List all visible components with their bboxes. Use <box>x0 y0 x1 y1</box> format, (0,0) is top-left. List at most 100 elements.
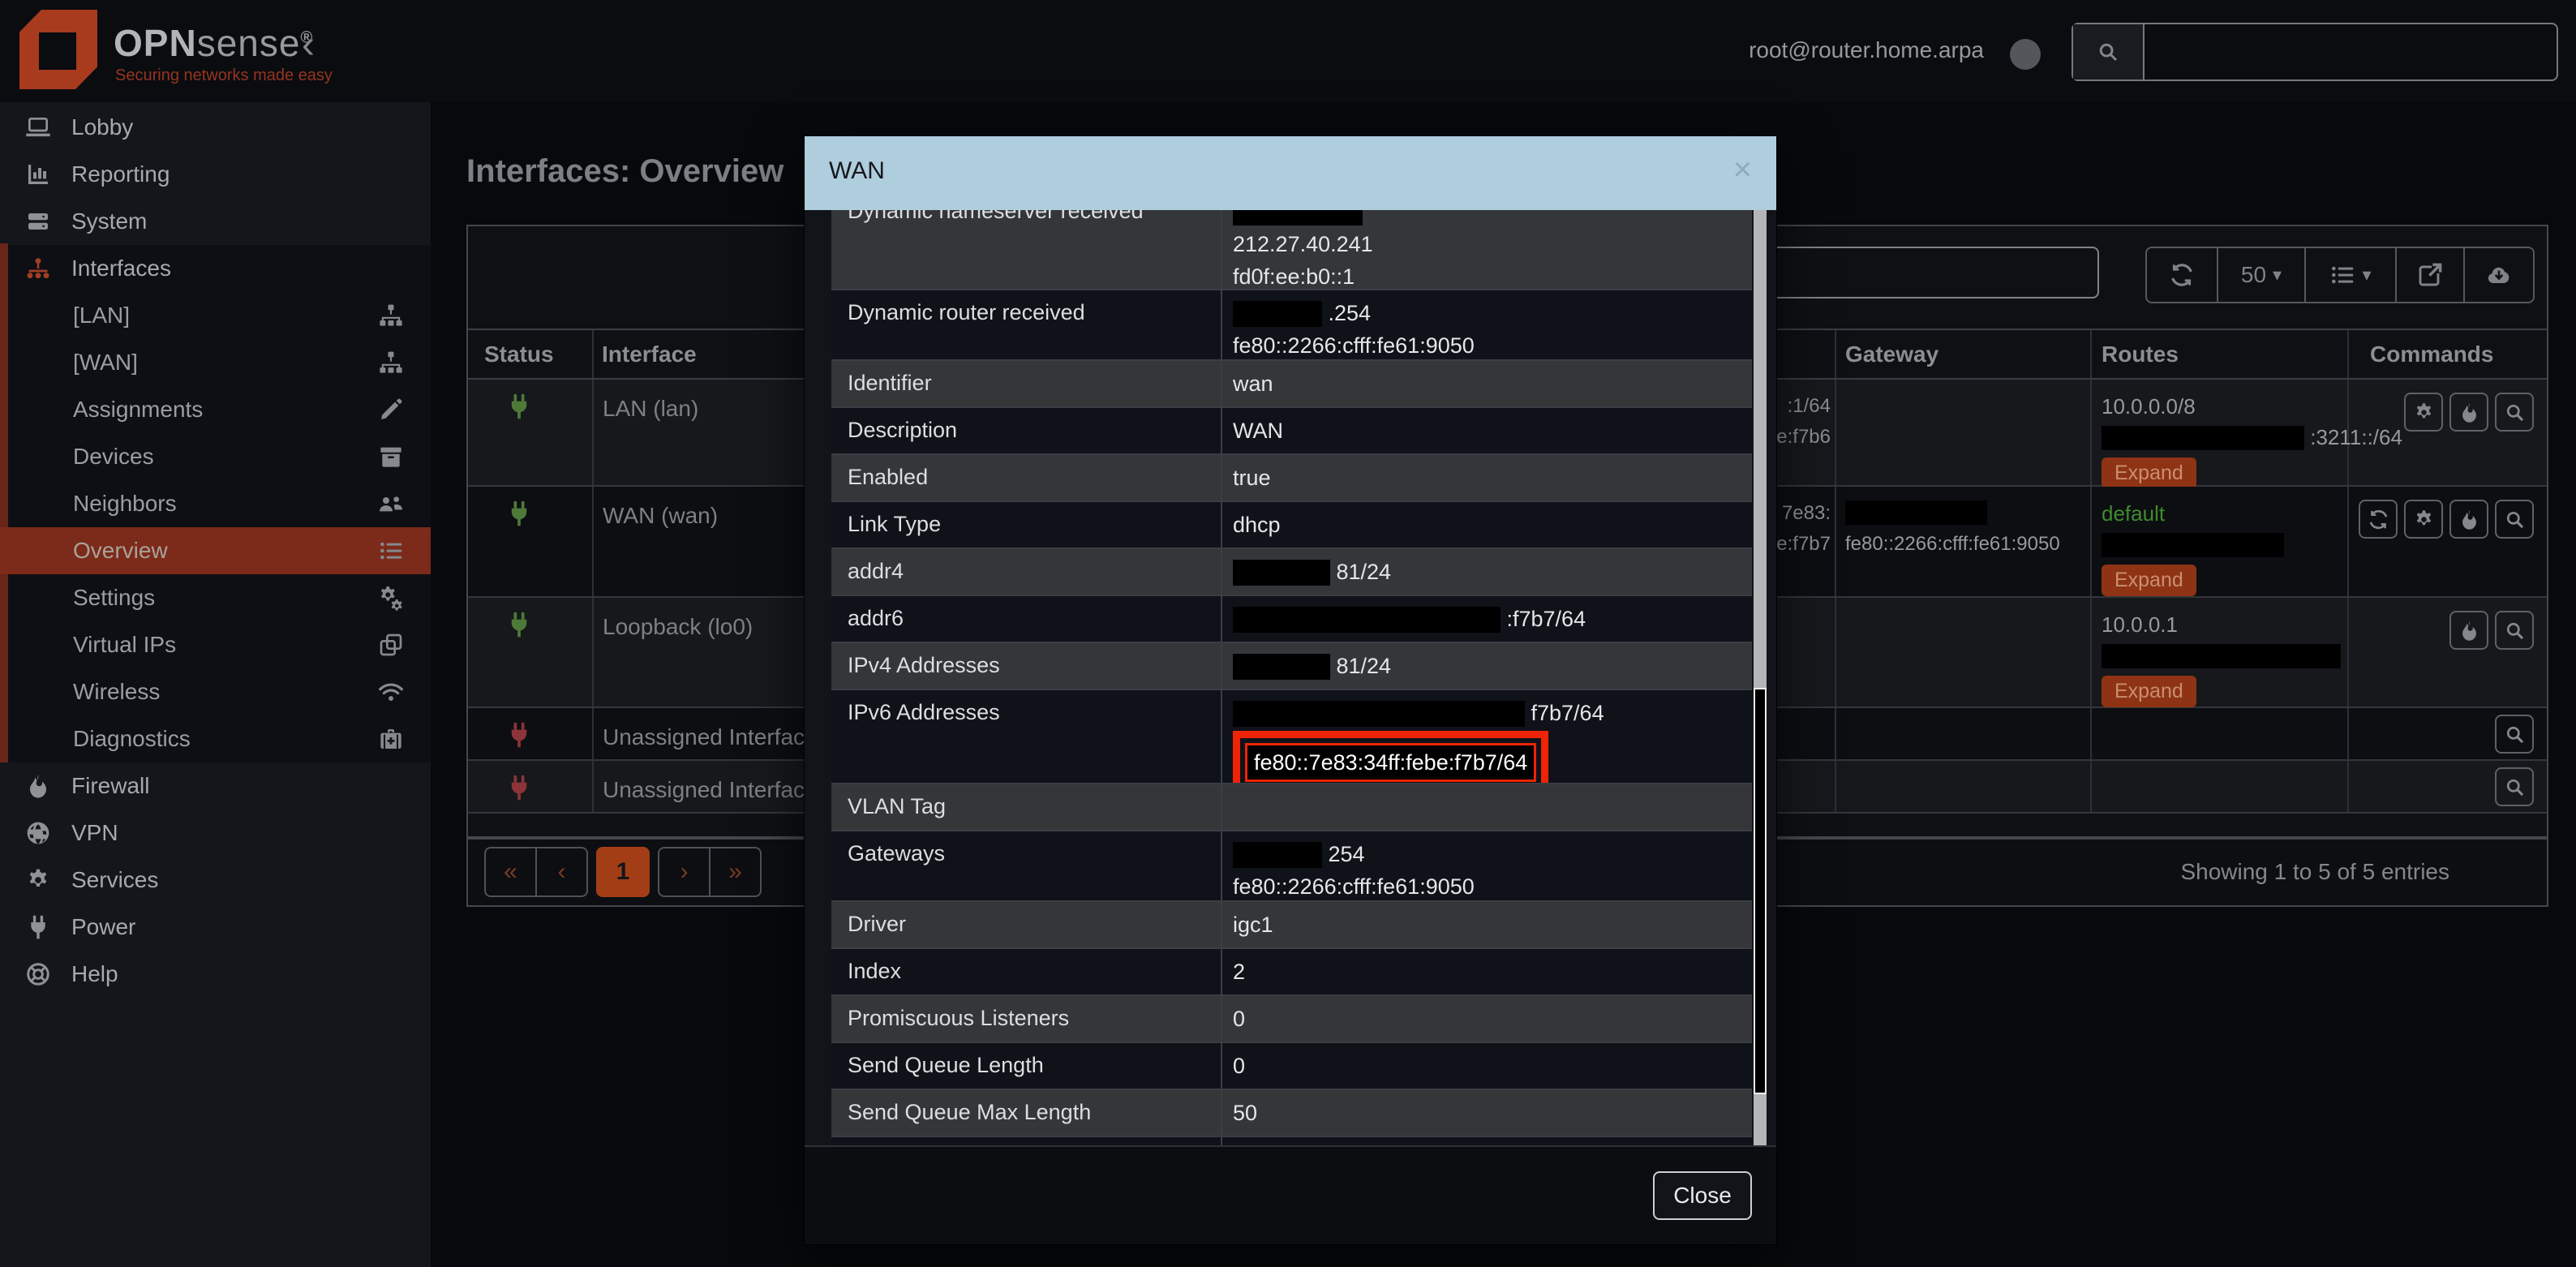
search-icon[interactable] <box>2073 24 2145 79</box>
top-bar: OPNsense® Securing networks made easy ‹ … <box>0 0 2576 102</box>
commands-cell <box>2404 393 2534 432</box>
interface-name: Loopback (lo0) <box>603 614 753 640</box>
fire-command-button[interactable] <box>2449 393 2488 432</box>
logged-in-user: root@router.home.arpa <box>1749 37 1984 63</box>
cell-text: 10.0.0.0/8 <box>2102 394 2196 419</box>
sidebar-item-label: [LAN] <box>73 303 130 329</box>
sidebar-item-interfaces[interactable]: Interfaces <box>0 245 431 292</box>
value-text: 81/24 <box>1330 560 1391 584</box>
sidebar-item-services[interactable]: Services <box>0 857 431 904</box>
modal-scrollbar[interactable] <box>1754 210 1767 1145</box>
expand-routes-button[interactable]: Expand <box>2102 676 2196 707</box>
sidebar-item-vpn[interactable]: VPN <box>0 810 431 857</box>
network-icon <box>24 256 52 281</box>
sidebar-item-overview[interactable]: Overview <box>0 527 431 574</box>
wifi-icon <box>377 679 405 705</box>
sidebar: LobbyReportingSystemInterfaces [LAN] [WAN]… <box>0 102 431 1267</box>
sidebar-item-help[interactable]: Help <box>0 951 431 998</box>
sidebar-item-assignments[interactable]: Assignments <box>0 386 431 433</box>
redaction-bar <box>2102 533 2284 557</box>
sidebar-item-diagnostics[interactable]: Diagnostics <box>0 715 431 762</box>
sidebar-item-settings[interactable]: Settings <box>0 574 431 621</box>
sidebar-item-power[interactable]: Power <box>0 904 431 951</box>
help-icon <box>24 961 52 987</box>
opnsense-logo-icon <box>19 10 97 89</box>
pencil-icon <box>377 397 405 423</box>
global-search <box>2072 23 2558 81</box>
value-text: 212.27.40.241 <box>1233 232 1373 256</box>
sidebar-item-lobby[interactable]: Lobby <box>0 104 431 151</box>
sidebar-item-label: Wireless <box>73 679 160 705</box>
sidebar-item-label: Power <box>71 914 135 940</box>
sidebar-item-devices[interactable]: Devices <box>0 433 431 480</box>
refresh-button[interactable] <box>2147 248 2218 302</box>
chart-icon <box>24 161 52 187</box>
column-header-status[interactable]: Status <box>484 341 554 367</box>
close-icon[interactable]: × <box>1728 151 1757 189</box>
sidebar-item-label: Firewall <box>71 773 149 799</box>
sidebar-item-system[interactable]: System <box>0 198 431 245</box>
gear-command-button[interactable] <box>2404 500 2443 539</box>
modal-footer: Close <box>805 1145 1776 1244</box>
status-down-plug-icon <box>505 721 533 750</box>
sidebar-item-wan[interactable]: [WAN] <box>0 339 431 386</box>
sidebar-item-virtual-ips[interactable]: Virtual IPs <box>0 621 431 668</box>
search-command-button[interactable] <box>2495 611 2534 650</box>
value-text: wan <box>1233 372 1273 396</box>
list-icon <box>2329 262 2355 288</box>
column-header-routes[interactable]: Routes <box>2102 341 2179 367</box>
sidebar-item-neighbors[interactable]: Neighbors <box>0 480 431 527</box>
modal-scrollbar-thumb[interactable] <box>1754 688 1767 1094</box>
gear-command-button[interactable] <box>2404 393 2443 432</box>
sidebar-item-lan[interactable]: [LAN] <box>0 292 431 339</box>
sidebar-item-label: VPN <box>71 820 118 846</box>
chevron-down-icon: ▾ <box>2273 264 2282 286</box>
expand-routes-button[interactable]: Expand <box>2102 457 2196 489</box>
page-size-dropdown[interactable]: 50▾ <box>2218 248 2306 302</box>
column-header-gateway[interactable]: Gateway <box>1845 341 1938 367</box>
page-button-1[interactable]: 1 <box>596 847 650 897</box>
detail-value: 212.27.40.241fd0f:ee:b0::1 <box>1233 210 1744 290</box>
sidebar-collapse-icon[interactable]: ‹ <box>302 26 315 65</box>
redaction-bar <box>2102 426 2304 450</box>
detail-value: f7b7/64fe80::7e83:34ff:febe:f7b7/64 <box>1233 697 1744 784</box>
search-command-button[interactable] <box>2495 767 2534 806</box>
detail-label: IPv4 Addresses <box>848 653 1000 678</box>
sidebar-item-reporting[interactable]: Reporting <box>0 151 431 198</box>
global-search-input[interactable] <box>2145 24 2557 79</box>
search-icon <box>2504 509 2526 530</box>
columns-dropdown[interactable]: ▾ <box>2306 248 2397 302</box>
modal-detail-row: VLAN Tag <box>831 784 1752 831</box>
value-text: dhcp <box>1233 513 1281 537</box>
download-icon <box>2486 262 2512 288</box>
detail-value: 81/24 <box>1233 650 1744 682</box>
export-button[interactable] <box>2397 248 2465 302</box>
fire-command-button[interactable] <box>2449 611 2488 650</box>
page-title: Interfaces: Overview <box>466 153 784 190</box>
search-command-button[interactable] <box>2495 715 2534 754</box>
value-text: 0 <box>1233 1007 1245 1031</box>
page-button-last[interactable]: » <box>710 847 762 897</box>
value-text: 0 <box>1233 1054 1245 1078</box>
column-header-interface[interactable]: Interface <box>602 341 697 367</box>
search-command-button[interactable] <box>2495 393 2534 432</box>
page-button-next[interactable]: › <box>658 847 710 897</box>
column-header-commands[interactable]: Commands <box>2370 341 2493 367</box>
page-button-first[interactable]: « <box>484 847 536 897</box>
refresh-icon <box>2368 509 2389 530</box>
download-button[interactable] <box>2465 248 2533 302</box>
close-button[interactable]: Close <box>1653 1171 1752 1220</box>
sidebar-item-firewall[interactable]: Firewall <box>0 762 431 810</box>
sitemap-icon <box>377 303 405 329</box>
commands-cell <box>2495 767 2534 806</box>
fire-icon <box>2458 509 2480 530</box>
search-command-button[interactable] <box>2495 500 2534 539</box>
sidebar-item-wireless[interactable]: Wireless <box>0 668 431 715</box>
expand-routes-button[interactable]: Expand <box>2102 565 2196 596</box>
value-text: :f7b7/64 <box>1501 607 1586 631</box>
fire-command-button[interactable] <box>2449 500 2488 539</box>
refresh-command-button[interactable] <box>2359 500 2398 539</box>
page-button-prev[interactable]: ‹ <box>536 847 588 897</box>
detail-value: .254fe80::2266:cfff:fe61:9050 <box>1233 297 1744 361</box>
modal-body: Dynamic nameserver received212.27.40.241… <box>805 210 1776 1145</box>
